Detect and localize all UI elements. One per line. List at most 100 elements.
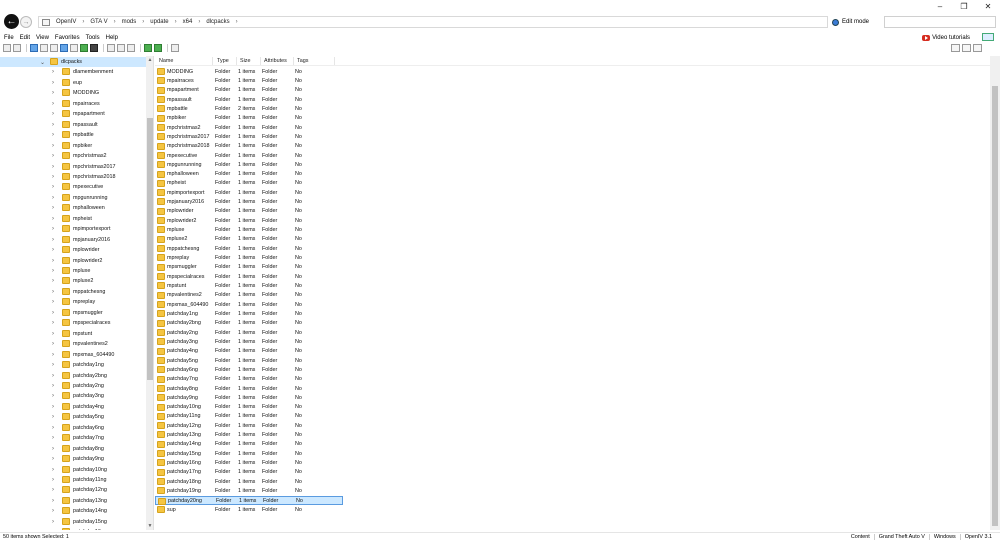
table-row[interactable]: mpchristmas2018 Folder 1 items Folder No xyxy=(155,142,343,151)
play-icon[interactable] xyxy=(80,44,88,52)
tree-item[interactable]: › patchday7ng xyxy=(0,433,146,443)
menu-item[interactable]: Favorites xyxy=(55,35,80,41)
chevron-right-icon[interactable]: › xyxy=(52,310,54,316)
chevron-right-icon[interactable]: › xyxy=(52,258,54,264)
list-icon[interactable] xyxy=(127,44,135,52)
copy-icon[interactable] xyxy=(50,44,58,52)
rename-icon[interactable] xyxy=(70,44,78,52)
delete-icon[interactable] xyxy=(90,44,98,52)
list-scrollbar[interactable] xyxy=(990,56,1000,530)
tree-item[interactable]: › mpheist xyxy=(0,214,146,224)
tree-item[interactable]: › patchday3ng xyxy=(0,391,146,401)
tree-item[interactable]: › mppatchesng xyxy=(0,287,146,297)
tree-item[interactable]: › mpxmas_604490 xyxy=(0,350,146,360)
close-button[interactable]: ✕ xyxy=(976,0,1000,12)
chevron-right-icon[interactable]: › xyxy=(52,195,54,201)
chevron-right-icon[interactable]: › xyxy=(52,487,54,493)
chevron-right-icon[interactable]: › xyxy=(52,205,54,211)
view-dropdown-icon[interactable] xyxy=(962,44,971,52)
table-row[interactable]: mpchristmas2017 Folder 1 items Folder No xyxy=(155,132,343,141)
tree-item[interactable]: › mplowrider2 xyxy=(0,256,146,266)
video-tutorials-link[interactable]: Video tutorials xyxy=(922,33,970,42)
table-row[interactable]: patchday7ng Folder 1 items Folder No xyxy=(155,375,343,384)
table-row[interactable]: patchday12ng Folder 1 items Folder No xyxy=(155,421,343,430)
tree-item[interactable]: › mpvalentines2 xyxy=(0,339,146,349)
table-row[interactable]: patchday10ng Folder 1 items Folder No xyxy=(155,403,343,412)
chevron-right-icon[interactable]: › xyxy=(52,143,54,149)
table-row[interactable]: mpassault Folder 1 items Folder No xyxy=(155,95,343,104)
table-row[interactable]: patchday1ng Folder 1 items Folder No xyxy=(155,309,343,318)
tree-item[interactable]: › mpchristmas2018 xyxy=(0,172,146,182)
tree-item[interactable]: › mpapartment xyxy=(0,109,146,119)
table-row[interactable]: mpapartment Folder 1 items Folder No xyxy=(155,86,343,95)
chevron-right-icon[interactable]: › xyxy=(52,477,54,483)
table-row[interactable]: patchday4ng Folder 1 items Folder No xyxy=(155,347,343,356)
breadcrumb-item[interactable]: OpenIV › xyxy=(56,19,90,25)
table-row[interactable]: patchday2bng Folder 1 items Folder No xyxy=(155,319,343,328)
column-header[interactable]: Type xyxy=(215,57,237,65)
chevron-right-icon[interactable]: › xyxy=(52,498,54,504)
import-icon[interactable] xyxy=(154,44,162,52)
chevron-right-icon[interactable]: › xyxy=(52,467,54,473)
keyboard-icon[interactable] xyxy=(982,33,994,41)
tree-item[interactable]: › mpimportexport xyxy=(0,224,146,234)
table-row[interactable]: patchday13ng Folder 1 items Folder No xyxy=(155,430,343,439)
tree-item[interactable]: › mpreplay xyxy=(0,297,146,307)
table-row[interactable]: mpspecialraces Folder 1 items Folder No xyxy=(155,272,343,281)
tree-item[interactable]: › patchday10ng xyxy=(0,465,146,475)
table-row[interactable]: mpsmuggler Folder 1 items Folder No xyxy=(155,263,343,272)
chevron-right-icon[interactable]: › xyxy=(52,90,54,96)
forward-button[interactable]: → xyxy=(20,16,32,28)
tree-item[interactable]: › dlamembenment xyxy=(0,67,146,77)
table-row[interactable]: mpchristmas2 Folder 1 items Folder No xyxy=(155,123,343,132)
table-row[interactable]: patchday11ng Folder 1 items Folder No xyxy=(155,412,343,421)
chevron-right-icon[interactable]: › xyxy=(52,69,54,75)
chevron-right-icon[interactable]: › xyxy=(52,101,54,107)
new-file-icon[interactable] xyxy=(3,44,11,52)
chevron-right-icon[interactable]: › xyxy=(198,19,200,25)
table-row[interactable]: mpstunt Folder 1 items Folder No xyxy=(155,281,343,290)
maximize-button[interactable]: ❐ xyxy=(952,0,976,12)
chevron-right-icon[interactable]: › xyxy=(52,352,54,358)
chevron-right-icon[interactable]: › xyxy=(82,19,84,25)
tree-item[interactable]: › patchday16ng xyxy=(0,527,146,530)
tree-item[interactable]: › mpexecutive xyxy=(0,182,146,192)
chevron-right-icon[interactable]: › xyxy=(52,446,54,452)
tree-item[interactable]: › mpspecialraces xyxy=(0,318,146,328)
chevron-right-icon[interactable]: › xyxy=(52,111,54,117)
table-row[interactable]: patchday5ng Folder 1 items Folder No xyxy=(155,356,343,365)
archive-icon[interactable] xyxy=(117,44,125,52)
minimize-button[interactable]: – xyxy=(928,0,952,12)
chevron-right-icon[interactable]: › xyxy=(52,278,54,284)
tree-item[interactable]: › mphalloween xyxy=(0,203,146,213)
tree-scrollbar-thumb[interactable] xyxy=(147,118,153,380)
tree-item[interactable]: › patchday11ng xyxy=(0,475,146,485)
chevron-right-icon[interactable]: › xyxy=(52,268,54,274)
chevron-right-icon[interactable]: › xyxy=(52,153,54,159)
tree-item[interactable]: › mpstunt xyxy=(0,329,146,339)
tree-item[interactable]: › mpairraces xyxy=(0,99,146,109)
properties-icon[interactable] xyxy=(107,44,115,52)
new-dropdown-icon[interactable] xyxy=(13,44,21,52)
tree-item[interactable]: › patchday4ng xyxy=(0,402,146,412)
column-header[interactable]: Attributes xyxy=(262,57,294,65)
table-row[interactable]: patchday3ng Folder 1 items Folder No xyxy=(155,337,343,346)
chevron-right-icon[interactable]: › xyxy=(52,216,54,222)
tree-item-selected[interactable]: ⌄ dlcpacks xyxy=(0,57,146,67)
table-row[interactable]: patchday18ng Folder 1 items Folder No xyxy=(155,477,343,486)
table-row[interactable]: mpimportexport Folder 1 items Folder No xyxy=(155,188,343,197)
table-row[interactable]: mplowrider Folder 1 items Folder No xyxy=(155,207,343,216)
tree-item[interactable]: › patchday15ng xyxy=(0,517,146,527)
chevron-right-icon[interactable]: › xyxy=(52,122,54,128)
table-row[interactable]: mplowrider2 Folder 1 items Folder No xyxy=(155,216,343,225)
chevron-right-icon[interactable]: › xyxy=(52,132,54,138)
breadcrumb-item[interactable]: update › xyxy=(150,19,182,25)
scroll-up-icon[interactable]: ▲ xyxy=(146,56,153,64)
tree-item[interactable]: › mpbiker xyxy=(0,141,146,151)
table-row[interactable]: patchday20ng Folder 1 items Folder No xyxy=(155,495,343,506)
chevron-right-icon[interactable]: › xyxy=(52,519,54,525)
back-button[interactable]: ← xyxy=(4,14,19,29)
chevron-right-icon[interactable]: › xyxy=(52,414,54,420)
chevron-right-icon[interactable]: › xyxy=(52,80,54,86)
menu-item[interactable]: View xyxy=(36,35,49,41)
